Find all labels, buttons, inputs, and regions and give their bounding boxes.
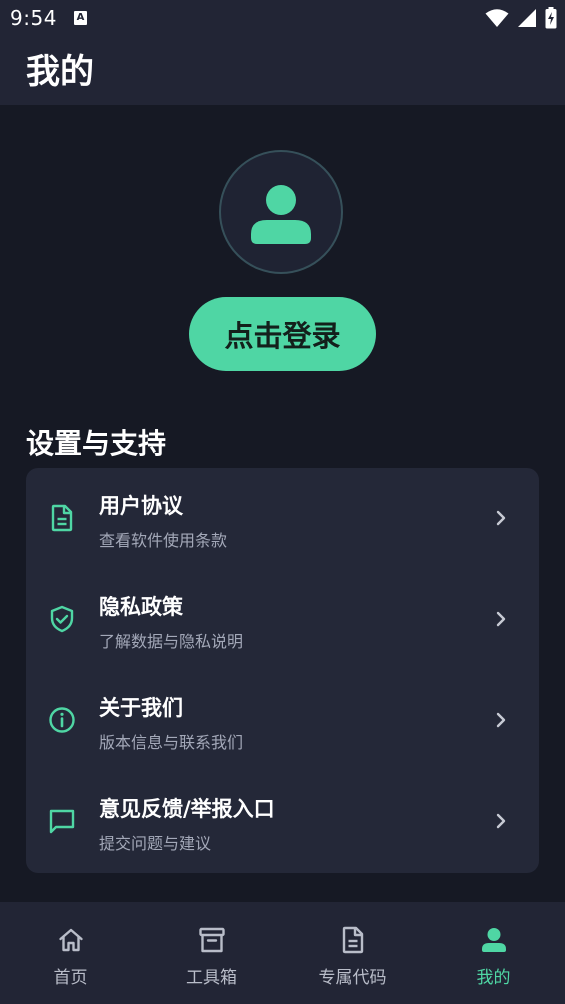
- settings-item-title: 意见反馈/举报入口: [99, 797, 275, 821]
- settings-item-user-agreement[interactable]: 用户协议 查看软件使用条款: [26, 468, 539, 569]
- settings-item-title: 关于我们: [99, 696, 183, 720]
- nav-label: 首页: [53, 968, 88, 988]
- battery-icon: [545, 7, 557, 29]
- settings-item-about-us[interactable]: 关于我们 版本信息与联系我们: [26, 670, 539, 771]
- nav-label: 工具箱: [186, 968, 237, 988]
- settings-item-subtitle: 了解数据与隐私说明: [99, 632, 244, 651]
- settings-item-title: 用户协议: [99, 494, 183, 518]
- person-icon: [251, 185, 311, 244]
- person-icon: [481, 928, 506, 952]
- app-header: 9:54 A 我的: [0, 0, 565, 105]
- nav-item-toolbox[interactable]: 工具箱: [141, 902, 282, 1004]
- nav-label: 我的: [476, 968, 511, 988]
- page-title: 我的: [26, 52, 94, 92]
- settings-item-feedback[interactable]: 意见反馈/举报入口 提交问题与建议: [26, 771, 539, 872]
- document-icon: [51, 504, 73, 532]
- document-icon: [342, 926, 363, 954]
- chat-bubble-icon: [49, 809, 75, 834]
- nav-item-home[interactable]: 首页: [0, 902, 141, 1004]
- settings-item-subtitle: 提交问题与建议: [99, 834, 212, 853]
- settings-card: 用户协议 查看软件使用条款 隐私政策 了解数据与隐私说明 关于我们 版本信息与联…: [26, 468, 539, 873]
- notification-icon: A: [74, 11, 87, 25]
- archive-box-icon: [198, 927, 225, 953]
- chevron-right-icon: [496, 510, 506, 526]
- chevron-right-icon: [496, 712, 506, 728]
- signal-icon: [518, 9, 536, 27]
- status-icons: [485, 6, 557, 30]
- section-title: 设置与支持: [26, 427, 167, 460]
- info-icon: [49, 707, 75, 733]
- avatar[interactable]: [219, 150, 343, 274]
- home-icon: [58, 928, 83, 952]
- chevron-right-icon: [496, 813, 506, 829]
- settings-item-subtitle: 查看软件使用条款: [99, 531, 228, 550]
- status-time: 9:54: [10, 6, 57, 30]
- nav-label: 专属代码: [318, 968, 387, 988]
- nav-item-exclusive-code[interactable]: 专属代码: [282, 902, 423, 1004]
- settings-item-privacy-policy[interactable]: 隐私政策 了解数据与隐私说明: [26, 569, 539, 670]
- chevron-right-icon: [496, 611, 506, 627]
- wifi-icon: [485, 9, 509, 27]
- nav-item-mine[interactable]: 我的: [423, 902, 564, 1004]
- login-button[interactable]: 点击登录: [189, 297, 376, 371]
- shield-check-icon: [50, 605, 74, 633]
- settings-item-title: 隐私政策: [99, 595, 183, 619]
- bottom-nav: 首页 工具箱 专属代码 我的: [0, 902, 565, 1004]
- settings-item-subtitle: 版本信息与联系我们: [99, 733, 244, 752]
